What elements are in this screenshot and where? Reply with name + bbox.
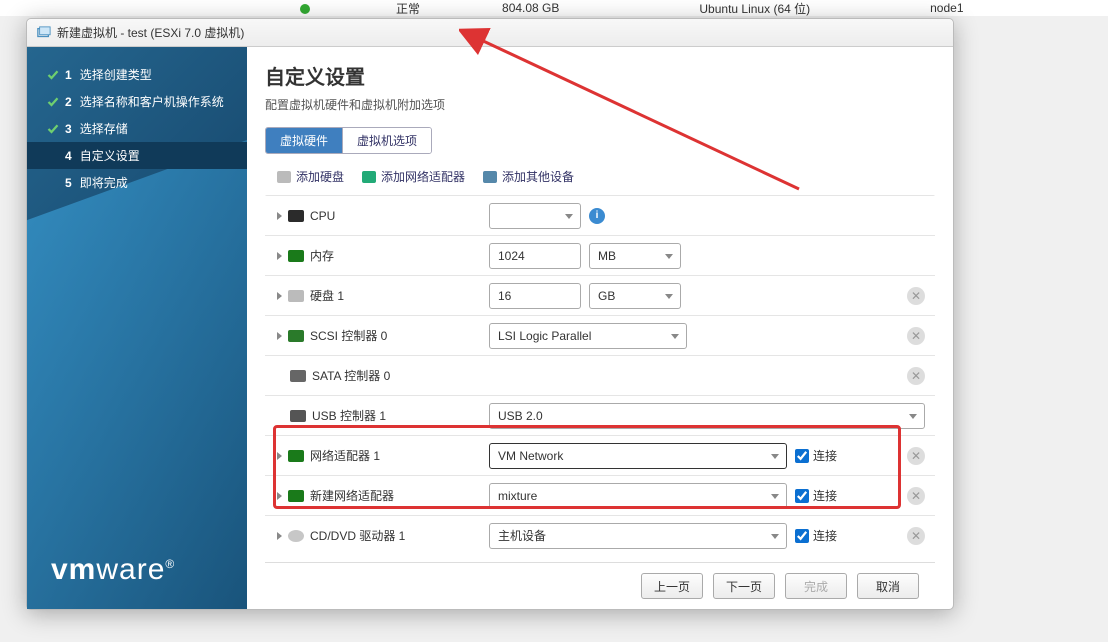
row-usb: USB 控制器 1 USB 2.0 (265, 395, 935, 435)
row-label: SATA 控制器 0 (312, 367, 390, 384)
tab-bar: 虚拟硬件 虚拟机选项 (265, 127, 432, 154)
nic-new-connect-checkbox[interactable]: 连接 (795, 487, 837, 504)
node-text: node1 (930, 1, 963, 15)
remove-icon[interactable]: ✕ (907, 367, 925, 385)
wizard-step-4[interactable]: 4自定义设置 (27, 142, 247, 169)
step-label: 选择创建类型 (80, 66, 152, 83)
hardware-list: CPU i 内存 MB 硬盘 1 (265, 195, 935, 562)
wizard-sidebar: 1选择创建类型 2选择名称和客户机操作系统 3选择存储 4自定义设置 5即将完成 (27, 47, 247, 609)
row-label: 内存 (310, 247, 334, 264)
device-icon (483, 171, 497, 183)
row-disk: 硬盘 1 GB ✕ (265, 275, 935, 315)
tab-virtual-hardware[interactable]: 虚拟硬件 (266, 128, 342, 153)
expand-icon[interactable] (277, 492, 282, 500)
disk-unit-select[interactable]: GB (589, 283, 681, 309)
row-label: 新建网络适配器 (310, 487, 394, 504)
add-disk-button[interactable]: 添加硬盘 (277, 168, 344, 185)
info-icon[interactable]: i (589, 208, 605, 224)
step-label: 即将完成 (80, 174, 128, 191)
dialog-titlebar: 新建虚拟机 - test (ESXi 7.0 虚拟机) (27, 19, 953, 47)
wizard-step-2[interactable]: 2选择名称和客户机操作系统 (27, 88, 247, 115)
background-row: 正常 804.08 GB Ubuntu Linux (64 位) node1 (0, 0, 1108, 16)
cancel-button[interactable]: 取消 (857, 573, 919, 599)
status-ok-icon (300, 4, 310, 14)
wizard-step-3[interactable]: 3选择存储 (27, 115, 247, 142)
nic-new-network-select[interactable]: mixture (489, 483, 787, 509)
expand-icon[interactable] (277, 332, 282, 340)
expand-icon[interactable] (277, 452, 282, 460)
expand-icon[interactable] (277, 532, 282, 540)
cd-icon (288, 530, 304, 542)
hardware-toolbar: 添加硬盘 添加网络适配器 添加其他设备 (265, 164, 935, 195)
row-memory: 内存 MB (265, 235, 935, 275)
remove-icon[interactable]: ✕ (907, 327, 925, 345)
remove-icon[interactable]: ✕ (907, 527, 925, 545)
back-button[interactable]: 上一页 (641, 573, 703, 599)
step-label: 选择名称和客户机操作系统 (80, 93, 224, 110)
check-icon (47, 69, 59, 81)
page-heading: 自定义设置 (265, 61, 935, 90)
row-cpu: CPU i (265, 195, 935, 235)
next-button[interactable]: 下一页 (713, 573, 775, 599)
disk-icon (277, 171, 291, 183)
memory-unit-select[interactable]: MB (589, 243, 681, 269)
check-icon (47, 96, 59, 108)
check-icon (47, 123, 59, 135)
row-scsi: SCSI 控制器 0 LSI Logic Parallel ✕ (265, 315, 935, 355)
row-label: SCSI 控制器 0 (310, 327, 387, 344)
disk-size-input[interactable] (489, 283, 581, 309)
os-text: Ubuntu Linux (64 位) (699, 0, 810, 17)
expand-icon[interactable] (277, 292, 282, 300)
row-cdrom: CD/DVD 驱动器 1 主机设备 连接 ✕ (265, 515, 935, 555)
expand-icon[interactable] (277, 212, 282, 220)
page-subtitle: 配置虚拟机硬件和虚拟机附加选项 (265, 96, 935, 113)
row-nic-1: 网络适配器 1 VM Network 连接 ✕ (265, 435, 935, 475)
vmware-logo: vmware® (51, 553, 247, 587)
row-label: 硬盘 1 (310, 287, 344, 304)
usb-icon (290, 410, 306, 422)
scsi-icon (288, 330, 304, 342)
dialog-title: 新建虚拟机 - test (ESXi 7.0 虚拟机) (57, 24, 244, 41)
wizard-step-5: 5即将完成 (27, 169, 247, 196)
step-label: 自定义设置 (80, 147, 140, 164)
cpu-select[interactable] (489, 203, 581, 229)
memory-input[interactable] (489, 243, 581, 269)
wizard-step-1[interactable]: 1选择创建类型 (27, 61, 247, 88)
sata-icon (290, 370, 306, 382)
usb-type-select[interactable]: USB 2.0 (489, 403, 925, 429)
remove-icon[interactable]: ✕ (907, 287, 925, 305)
vm-icon (37, 26, 51, 40)
new-vm-dialog: 新建虚拟机 - test (ESXi 7.0 虚拟机) 1选择创建类型 2选择名… (26, 18, 954, 610)
row-sata: SATA 控制器 0 ✕ (265, 355, 935, 395)
dialog-footer: 上一页 下一页 完成 取消 (265, 562, 935, 609)
add-other-device-button[interactable]: 添加其他设备 (483, 168, 574, 185)
row-label: USB 控制器 1 (312, 407, 386, 424)
remove-icon[interactable]: ✕ (907, 487, 925, 505)
expand-icon[interactable] (277, 252, 282, 260)
nic1-connect-checkbox[interactable]: 连接 (795, 447, 837, 464)
memory-icon (288, 250, 304, 262)
row-nic-new: 新建网络适配器 mixture 连接 ✕ (265, 475, 935, 515)
storage-text: 804.08 GB (502, 1, 559, 15)
nic1-network-select[interactable]: VM Network (489, 443, 787, 469)
row-label: 网络适配器 1 (310, 447, 380, 464)
nic-icon (362, 171, 376, 183)
remove-icon[interactable]: ✕ (907, 447, 925, 465)
row-label: CD/DVD 驱动器 1 (310, 527, 405, 544)
nic-icon (288, 450, 304, 462)
scsi-type-select[interactable]: LSI Logic Parallel (489, 323, 687, 349)
tab-vm-options[interactable]: 虚拟机选项 (342, 128, 431, 153)
step-label: 选择存储 (80, 120, 128, 137)
disk-icon (288, 290, 304, 302)
main-panel: 自定义设置 配置虚拟机硬件和虚拟机附加选项 虚拟硬件 虚拟机选项 添加硬盘 添加… (247, 47, 953, 609)
add-nic-button[interactable]: 添加网络适配器 (362, 168, 465, 185)
cdrom-select[interactable]: 主机设备 (489, 523, 787, 549)
cdrom-connect-checkbox[interactable]: 连接 (795, 527, 837, 544)
status-text: 正常 (396, 2, 420, 16)
row-label: CPU (310, 209, 335, 223)
nic-icon (288, 490, 304, 502)
finish-button: 完成 (785, 573, 847, 599)
cpu-icon (288, 210, 304, 222)
